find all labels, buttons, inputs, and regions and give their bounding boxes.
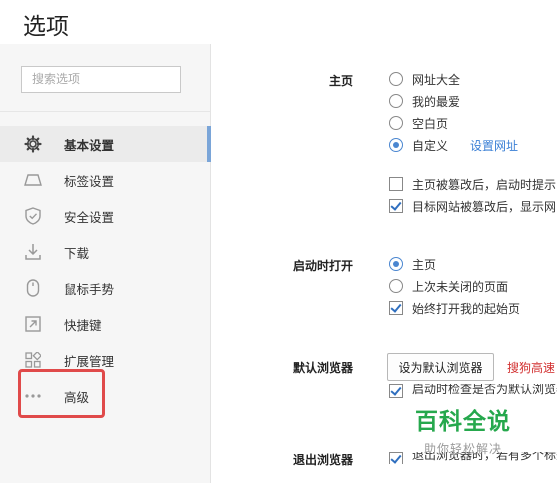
radio-button[interactable] bbox=[389, 116, 403, 130]
sidebar-item-download[interactable]: 下载 bbox=[0, 234, 210, 270]
sidebar-item-security-settings[interactable]: 安全设置 bbox=[0, 198, 210, 234]
options-header: 选项 bbox=[0, 0, 557, 44]
sidebar-item-label: 扩展管理 bbox=[64, 353, 115, 369]
startup-option-last-session[interactable]: 上次未关闭的页面 bbox=[389, 276, 508, 296]
check-default-on-startup-checkbox[interactable]: 启动时检查是否为默认浏览器 bbox=[389, 384, 557, 398]
startup-label: 启动时打开 bbox=[292, 259, 353, 273]
radio-button-selected[interactable] bbox=[389, 257, 403, 271]
radio-button-selected[interactable] bbox=[389, 138, 403, 152]
sidebar-item-label: 标签设置 bbox=[64, 173, 115, 189]
watermark-subtitle: 助你轻松解决 bbox=[423, 442, 502, 456]
always-open-start-page-checkbox[interactable]: 始终打开我的起始页 bbox=[389, 298, 520, 318]
exit-browser-label: 退出浏览器 bbox=[292, 453, 353, 467]
mouse-icon bbox=[22, 277, 44, 299]
set-default-browser-button[interactable]: 设为默认浏览器 bbox=[387, 353, 494, 381]
homepage-option-nav-sites[interactable]: 网址大全 bbox=[389, 69, 460, 89]
option-label: 自定义 bbox=[412, 138, 449, 153]
option-label: 上次未关闭的页面 bbox=[412, 279, 509, 294]
target-site-tamper-checkbox[interactable]: 目标网站被篡改后，显示网 bbox=[389, 196, 556, 216]
tab-icon bbox=[22, 169, 44, 191]
sidebar-item-mouse-gestures[interactable]: 鼠标手势 bbox=[0, 270, 210, 306]
sidebar-item-label: 安全设置 bbox=[64, 209, 115, 225]
checkbox[interactable] bbox=[389, 177, 403, 191]
option-label: 网址大全 bbox=[412, 72, 461, 87]
checkbox-checked[interactable] bbox=[389, 301, 403, 315]
sidebar-divider bbox=[0, 111, 210, 112]
search-input[interactable]: 搜索选项 bbox=[21, 66, 181, 93]
checkbox-label: 主页被篡改后，启动时提示 bbox=[412, 177, 557, 192]
sidebar-item-tab-settings[interactable]: 标签设置 bbox=[0, 162, 210, 198]
checkbox-checked[interactable] bbox=[389, 199, 403, 213]
option-label: 主页 bbox=[412, 257, 437, 272]
shortcut-arrow-icon bbox=[22, 313, 44, 335]
sidebar-item-label: 快捷键 bbox=[64, 317, 102, 333]
sidebar-item-label: 鼠标手势 bbox=[64, 281, 115, 297]
radio-button[interactable] bbox=[389, 94, 403, 108]
radio-button[interactable] bbox=[389, 279, 403, 293]
radio-button[interactable] bbox=[389, 72, 403, 86]
checkbox-label: 始终打开我的起始页 bbox=[412, 301, 521, 316]
homepage-option-custom[interactable]: 自定义 设置网址 bbox=[389, 135, 518, 155]
default-browser-note: 搜狗高速 bbox=[507, 361, 556, 375]
sidebar-item-shortcuts[interactable]: 快捷键 bbox=[0, 306, 210, 342]
checkbox-label: 启动时检查是否为默认浏览器 bbox=[412, 384, 557, 396]
download-icon bbox=[22, 241, 44, 263]
checkbox-checked[interactable] bbox=[389, 452, 403, 464]
page-title: 选项 bbox=[23, 14, 69, 40]
sidebar-item-label: 基本设置 bbox=[64, 137, 115, 153]
checkbox-checked[interactable] bbox=[389, 384, 403, 398]
homepage-option-blank[interactable]: 空白页 bbox=[389, 113, 448, 133]
option-label: 空白页 bbox=[412, 116, 449, 131]
sidebar-item-basic-settings[interactable]: 基本设置 bbox=[0, 126, 211, 162]
watermark: 百科全说 助你轻松解决 bbox=[408, 402, 518, 457]
default-browser-label: 默认浏览器 bbox=[292, 361, 353, 375]
startup-option-homepage[interactable]: 主页 bbox=[389, 254, 436, 274]
option-label: 我的最爱 bbox=[412, 94, 461, 109]
extensions-grid-icon bbox=[22, 349, 44, 371]
set-url-link[interactable]: 设置网址 bbox=[470, 137, 518, 154]
homepage-label: 主页 bbox=[328, 74, 353, 88]
gear-icon bbox=[22, 133, 44, 155]
homepage-tamper-startup-checkbox[interactable]: 主页被篡改后，启动时提示 bbox=[389, 174, 556, 194]
checkbox-label: 目标网站被篡改后，显示网 bbox=[412, 199, 557, 214]
advanced-highlight-box bbox=[18, 369, 105, 418]
watermark-title: 百科全说 bbox=[415, 409, 511, 435]
shield-check-icon bbox=[22, 205, 44, 227]
sidebar-item-label: 下载 bbox=[64, 245, 90, 261]
homepage-option-favorites[interactable]: 我的最爱 bbox=[389, 91, 460, 111]
